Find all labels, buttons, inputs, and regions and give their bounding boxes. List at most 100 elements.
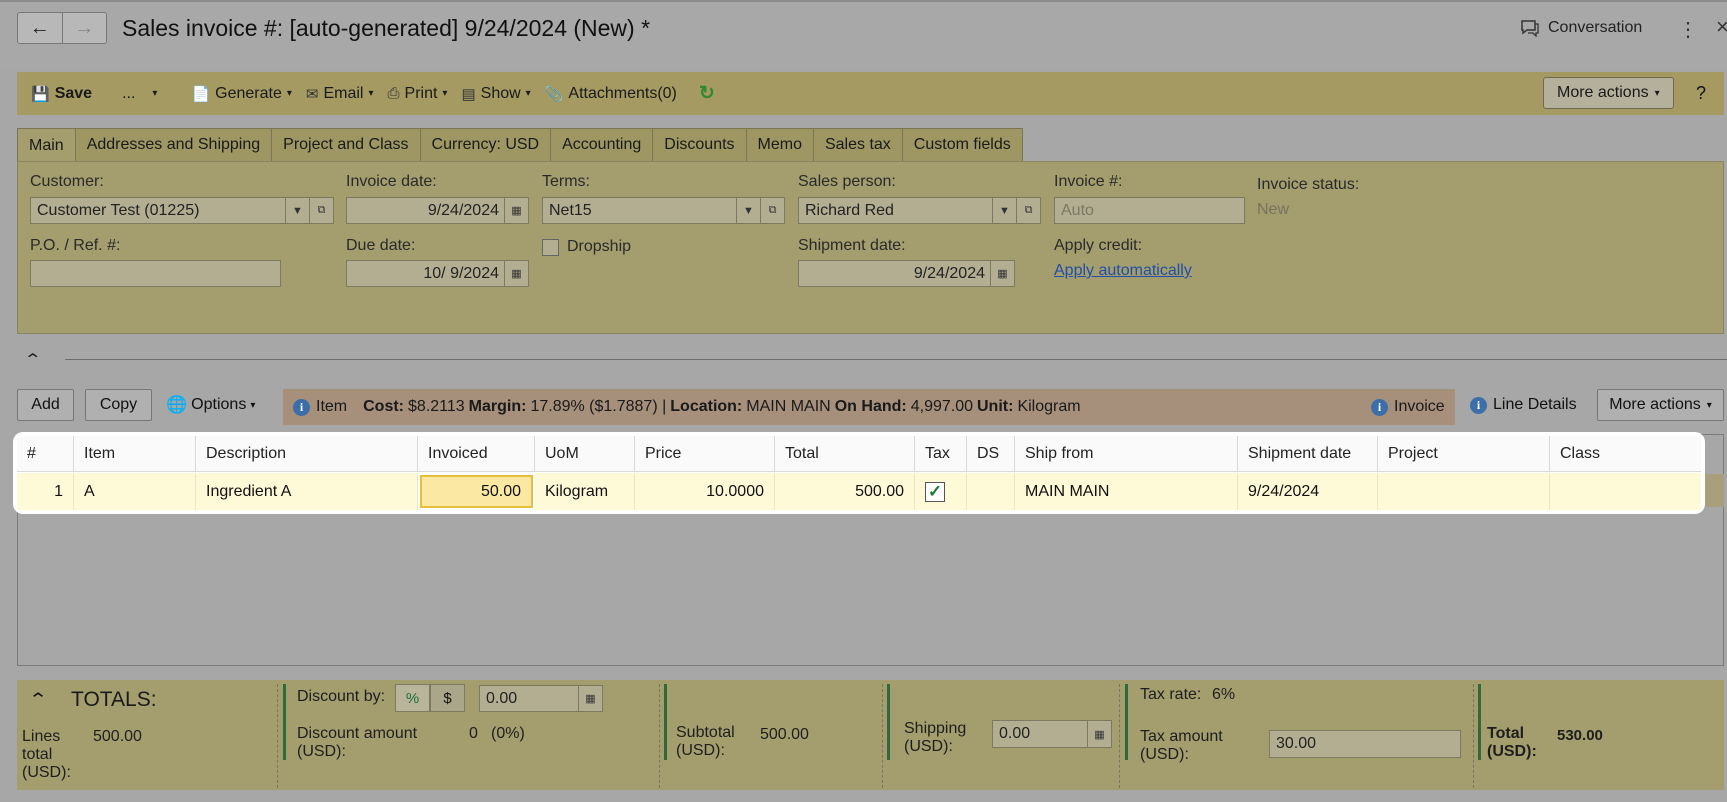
form-tabs: Main Addresses and Shipping Project and … bbox=[17, 128, 1023, 163]
show-button[interactable]: ▤ Show ▾ bbox=[461, 85, 530, 103]
calculator-icon[interactable]: ▦ bbox=[1087, 721, 1111, 747]
help-button[interactable]: ? bbox=[1696, 83, 1706, 104]
tab-currency[interactable]: Currency: USD bbox=[420, 128, 552, 162]
customer-selector[interactable]: Customer Test (01225) ▼ ⧉ bbox=[30, 197, 334, 224]
tab-accounting[interactable]: Accounting bbox=[551, 128, 654, 162]
shipment-date-field[interactable]: 9/24/2024 ▦ bbox=[798, 260, 1015, 287]
apply-automatically-link[interactable]: Apply automatically bbox=[1054, 262, 1192, 280]
grid-more-actions-button[interactable]: More actions ▾ bbox=[1597, 389, 1724, 421]
cell-uom[interactable]: Kilogram bbox=[535, 473, 635, 510]
cell-description[interactable]: Ingredient A bbox=[196, 473, 418, 510]
col-total[interactable]: Total bbox=[775, 436, 915, 472]
cell-invoiced[interactable]: 50.00 bbox=[420, 475, 533, 508]
sales-person-selector[interactable]: Richard Red ▼ ⧉ bbox=[798, 197, 1041, 224]
add-button[interactable]: Add bbox=[17, 389, 74, 421]
calendar-icon[interactable]: ▦ bbox=[504, 261, 528, 286]
cell-project[interactable] bbox=[1378, 473, 1550, 510]
col-class[interactable]: Class bbox=[1550, 436, 1701, 472]
terms-selector[interactable]: Net15 ▼ ⧉ bbox=[542, 197, 785, 224]
po-ref-field[interactable] bbox=[30, 260, 281, 287]
tab-discounts[interactable]: Discounts bbox=[653, 128, 747, 162]
col-price[interactable]: Price bbox=[635, 436, 775, 472]
terms-label: Terms: bbox=[542, 173, 590, 190]
col-description[interactable]: Description bbox=[196, 436, 418, 472]
save-button[interactable]: 💾 Save bbox=[31, 85, 92, 103]
kebab-menu-icon[interactable]: ⋮ bbox=[1678, 17, 1698, 42]
cell-number[interactable]: 1 bbox=[17, 473, 74, 510]
cell-ds[interactable] bbox=[967, 473, 1015, 510]
forward-arrow-icon[interactable]: → bbox=[61, 13, 107, 43]
close-icon[interactable]: × bbox=[1716, 14, 1727, 40]
open-record-icon[interactable]: ⧉ bbox=[760, 198, 784, 223]
due-date-label: Due date: bbox=[346, 237, 416, 254]
print-button[interactable]: ⎙ Print ▾ bbox=[388, 85, 448, 103]
col-uom[interactable]: UoM bbox=[535, 436, 635, 472]
cell-shipment-date[interactable]: 9/24/2024 bbox=[1238, 473, 1378, 510]
col-shipment-date[interactable]: Shipment date bbox=[1238, 436, 1378, 472]
col-invoiced[interactable]: Invoiced bbox=[418, 436, 535, 472]
section-bar bbox=[1478, 684, 1481, 760]
col-number[interactable]: # bbox=[17, 436, 74, 472]
discount-dollar-toggle[interactable]: $ bbox=[430, 684, 465, 712]
tax-rate-value: 6% bbox=[1212, 686, 1236, 703]
tab-addresses-shipping[interactable]: Addresses and Shipping bbox=[75, 128, 273, 162]
printer-icon: ⎙ bbox=[387, 85, 400, 102]
email-icon: ✉ bbox=[305, 85, 319, 103]
tab-memo[interactable]: Memo bbox=[746, 128, 814, 162]
email-button[interactable]: ✉ Email ▾ bbox=[306, 85, 374, 103]
discount-input[interactable]: 0.00 ▦ bbox=[479, 685, 603, 712]
tax-amount-field[interactable]: 30.00 bbox=[1269, 730, 1461, 758]
chevron-down-icon[interactable]: ▼ bbox=[285, 198, 309, 223]
shipping-input[interactable]: 0.00 ▦ bbox=[992, 720, 1112, 748]
cell-total[interactable]: 500.00 bbox=[775, 473, 915, 510]
open-record-icon[interactable]: ⧉ bbox=[1016, 198, 1040, 223]
line-details-button[interactable]: i Line Details bbox=[1470, 396, 1577, 414]
item-info-tab[interactable]: Item bbox=[316, 398, 347, 416]
tab-custom-fields[interactable]: Custom fields bbox=[902, 128, 1023, 162]
col-tax[interactable]: Tax bbox=[915, 436, 967, 472]
col-ship-from[interactable]: Ship from bbox=[1015, 436, 1238, 472]
page-title: Sales invoice #: [auto-generated] 9/24/2… bbox=[122, 15, 651, 41]
back-arrow-icon[interactable]: ← bbox=[18, 13, 62, 43]
refresh-icon: ↻ bbox=[698, 83, 715, 104]
col-item[interactable]: Item bbox=[74, 436, 196, 472]
save-icon: 💾 bbox=[31, 85, 50, 103]
lines-total-value: 500.00 bbox=[93, 728, 142, 745]
more-dots-button[interactable]: ... ▾ bbox=[122, 85, 157, 103]
options-button[interactable]: 🌐 Options ▾ bbox=[166, 395, 255, 415]
more-actions-button[interactable]: More actions ▾ bbox=[1543, 77, 1674, 109]
cell-class[interactable] bbox=[1550, 473, 1701, 510]
tab-project-class[interactable]: Project and Class bbox=[272, 128, 421, 162]
col-ds[interactable]: DS bbox=[967, 436, 1015, 472]
chevron-down-icon[interactable]: ▼ bbox=[992, 198, 1016, 223]
invoice-date-field[interactable]: 9/24/2024 ▦ bbox=[346, 197, 529, 224]
collapse-totals-icon[interactable]: ⌃ bbox=[28, 690, 48, 710]
generate-button[interactable]: 📄 Generate ▾ bbox=[191, 85, 291, 103]
dropship-checkbox[interactable]: Dropship bbox=[542, 238, 631, 256]
copy-button[interactable]: Copy bbox=[85, 389, 152, 421]
chevron-down-icon[interactable]: ▼ bbox=[736, 198, 760, 223]
cell-item[interactable]: A bbox=[74, 473, 196, 510]
attachments-button[interactable]: 📎 Attachments(0) bbox=[545, 85, 677, 103]
cell-ship-from[interactable]: MAIN MAIN bbox=[1015, 473, 1238, 510]
calendar-icon[interactable]: ▦ bbox=[990, 261, 1014, 286]
checkbox-box[interactable] bbox=[542, 238, 559, 256]
caret-down-icon: ▾ bbox=[1706, 399, 1712, 411]
tab-main[interactable]: Main bbox=[17, 128, 76, 163]
calendar-icon[interactable]: ▦ bbox=[504, 198, 528, 223]
tax-checkbox[interactable]: ✓ bbox=[925, 481, 945, 502]
calculator-icon[interactable]: ▦ bbox=[578, 686, 602, 711]
conversation-button[interactable]: Conversation bbox=[1520, 19, 1642, 37]
po-ref-label: P.O. / Ref. #: bbox=[30, 237, 121, 254]
cell-tax[interactable]: ✓ bbox=[915, 473, 967, 510]
discount-percent-toggle[interactable]: % bbox=[395, 684, 430, 712]
due-date-field[interactable]: 10/ 9/2024 ▦ bbox=[346, 260, 529, 287]
collapse-chevron-icon[interactable]: ⌃ bbox=[23, 350, 42, 370]
tab-sales-tax[interactable]: Sales tax bbox=[813, 128, 903, 162]
invoice-number-field[interactable]: Auto bbox=[1054, 197, 1245, 224]
invoice-info-tab[interactable]: i Invoice bbox=[1371, 398, 1445, 416]
col-project[interactable]: Project bbox=[1378, 436, 1550, 472]
refresh-button[interactable]: ↻ bbox=[699, 82, 715, 105]
cell-price[interactable]: 10.0000 bbox=[635, 473, 775, 510]
open-record-icon[interactable]: ⧉ bbox=[309, 198, 333, 223]
